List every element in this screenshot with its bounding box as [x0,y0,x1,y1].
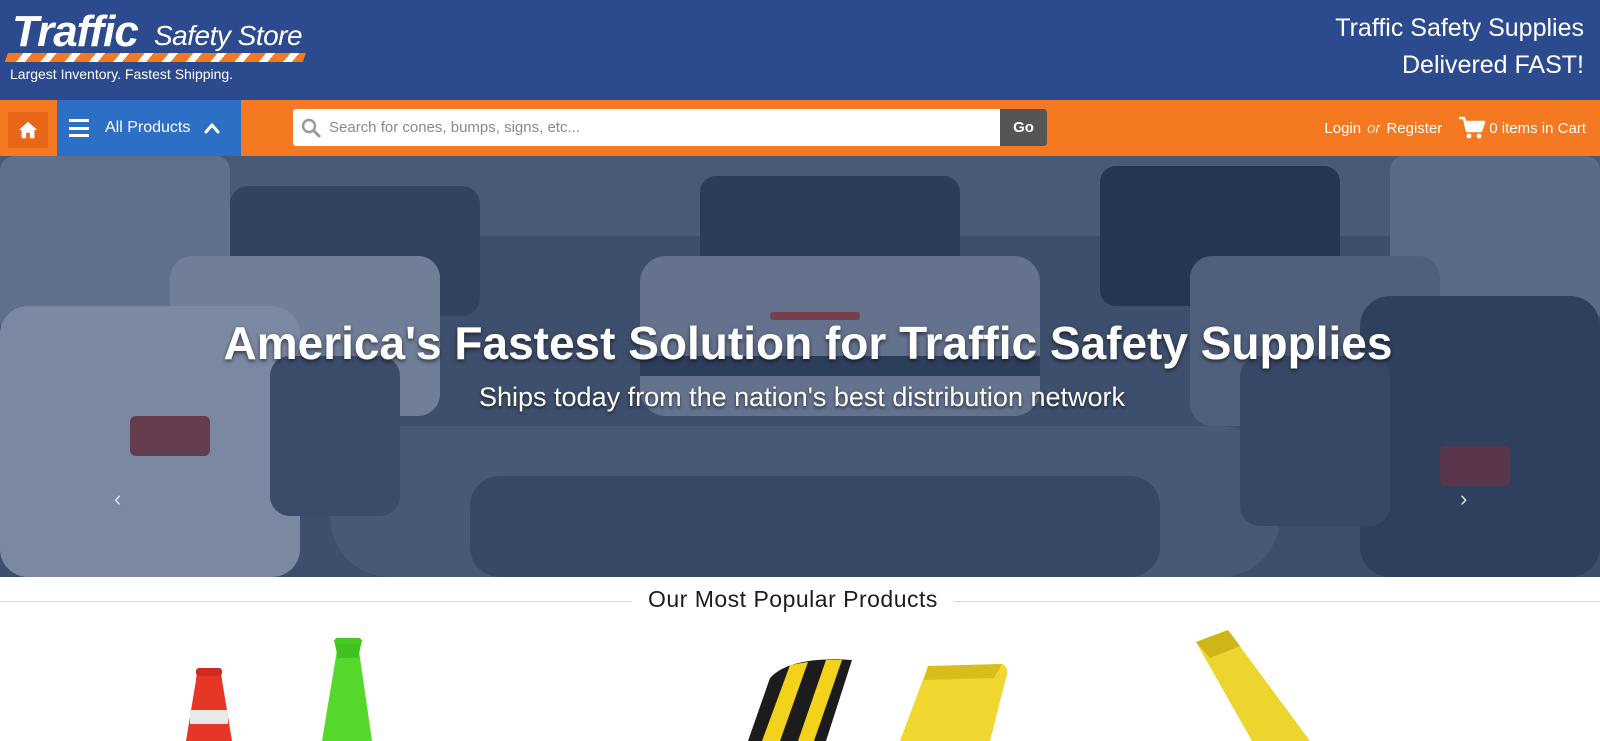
site-logo[interactable]: Traffic Safety Store Largest Inventory. … [4,7,308,88]
home-button[interactable] [8,112,48,148]
or-separator: or [1367,119,1381,137]
chevron-up-icon [204,123,220,134]
hero-carousel[interactable]: America's Fastest Solution for Traffic S… [0,156,1600,577]
green-cone-image[interactable] [322,638,372,741]
popular-products-row [0,620,1600,741]
nav-bar: All Products Go Login or Register 0 item… [0,100,1600,156]
shopping-cart-icon [1459,116,1486,139]
yellow-curb-image[interactable] [1196,630,1310,741]
site-header: Traffic Safety Store Largest Inventory. … [0,0,1600,100]
all-products-menu-button[interactable]: All Products [57,100,241,156]
register-link[interactable]: Register [1386,120,1442,137]
account-links: Login or Register 0 items in Cart [1324,100,1586,156]
promo-line-1: Traffic Safety Supplies [1335,14,1584,42]
hero-subtitle: Ships today from the nation's best distr… [479,382,1125,412]
logo-main-text: Traffic [12,7,139,56]
logo-secondary-text: Safety Store [154,20,303,51]
orange-cone-image[interactable] [186,668,232,741]
carousel-next-arrow[interactable]: › [1460,486,1467,512]
cart-count-label: 0 items in Cart [1489,119,1586,137]
logo-tagline: Largest Inventory. Fastest Shipping. [10,66,234,82]
popular-products-heading: Our Most Popular Products [632,586,954,613]
cart-link[interactable]: 0 items in Cart [1458,116,1586,140]
product-images [186,630,1310,741]
logo-stripe [4,53,306,62]
carousel-prev-arrow[interactable]: ‹ [114,486,121,512]
yellow-parking-block-image[interactable] [900,664,1008,741]
search-input[interactable] [327,111,1047,144]
search-go-button[interactable]: Go [1000,109,1047,146]
header-promo: Traffic Safety Supplies Delivered FAST! [1335,10,1584,84]
all-products-label: All Products [105,119,191,136]
login-link[interactable]: Login [1324,120,1361,137]
speed-bump-black-yellow-image[interactable] [748,659,852,741]
search-icon [301,118,321,137]
hamburger-menu-icon [69,119,89,137]
hero-title: America's Fastest Solution for Traffic S… [223,317,1393,369]
search-bar: Go [293,109,1047,146]
promo-line-2: Delivered FAST! [1401,51,1584,79]
home-icon [18,121,38,139]
